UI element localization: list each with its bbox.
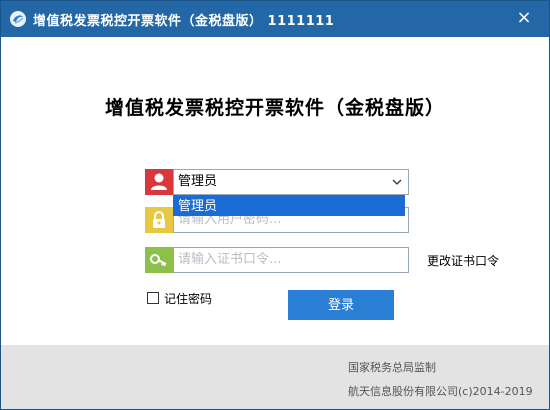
footer-supervisor: 国家税务总局监制 — [348, 361, 436, 374]
cert-password-placeholder: 请输入证书口令... — [178, 252, 282, 267]
title-bar: 增值税发票税控开票软件（金税盘版） 1111111 × — [1, 1, 549, 37]
checkbox-icon[interactable] — [147, 292, 159, 304]
cert-password-input[interactable]: 请输入证书口令... — [173, 247, 409, 273]
remember-password-checkbox[interactable]: 记住密码 — [147, 290, 212, 307]
user-icon — [145, 169, 173, 195]
lock-icon — [145, 207, 173, 233]
footer-copyright: 航天信息股份有限公司(c)2014-2019 — [348, 385, 533, 398]
window-title: 增值税发票税控开票软件（金税盘版） 1111111 — [33, 14, 335, 29]
login-window: 增值税发票税控开票软件（金税盘版） 1111111 × 增值税发票税控开票软件（… — [0, 0, 550, 410]
key-icon — [145, 247, 173, 273]
change-cert-password-link[interactable]: 更改证书口令 — [427, 252, 499, 269]
user-dropdown-option[interactable]: 管理员 — [173, 195, 405, 216]
chevron-down-icon[interactable] — [390, 170, 404, 194]
remember-password-label: 记住密码 — [164, 292, 213, 306]
login-button[interactable]: 登录 — [288, 290, 394, 320]
user-select-value: 管理员 — [178, 174, 218, 189]
close-button[interactable]: × — [513, 7, 535, 29]
user-select-row: 管理员 — [145, 169, 409, 195]
app-logo-icon — [10, 11, 26, 27]
cert-password-row: 请输入证书口令... — [145, 247, 409, 273]
app-heading: 增值税发票税控开票软件（金税盘版） — [104, 97, 445, 119]
footer: 国家税务总局监制 航天信息股份有限公司(c)2014-2019 — [1, 345, 549, 409]
user-select[interactable]: 管理员 — [173, 169, 409, 195]
